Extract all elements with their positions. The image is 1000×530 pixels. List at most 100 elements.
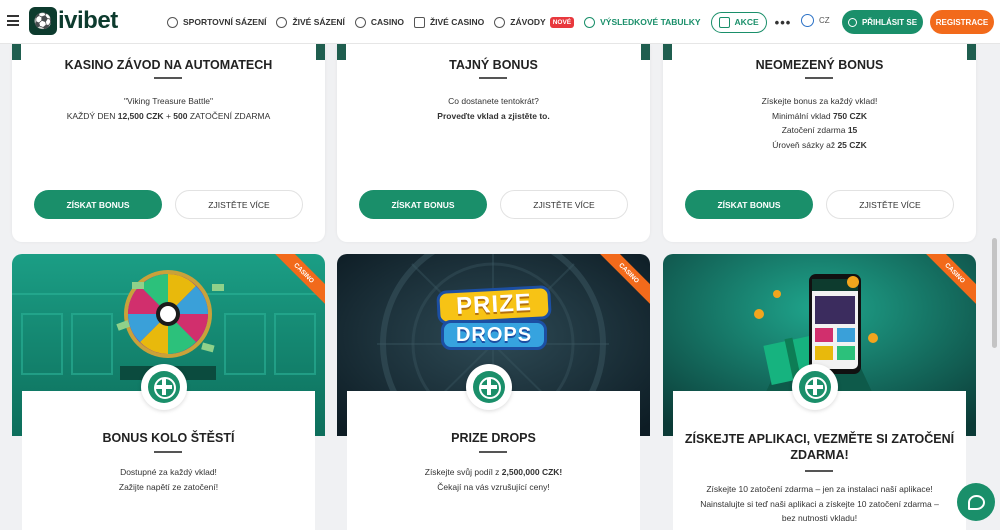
card-description: Získejte 10 zatočení zdarma – jen za ins… bbox=[673, 482, 966, 526]
card-line: Úroveň sázky až 25 CZK bbox=[663, 138, 976, 153]
promo-card-slot-race: KASINO ZÁVOD NA AUTOMATECH "Viking Treas… bbox=[12, 44, 325, 242]
promo-card-get-app[interactable]: CASINO ZÍSKEJTE APLIKACI, VEZMĚTE SI ZAT… bbox=[663, 254, 976, 530]
card-line: Zatočení zdarma 15 bbox=[663, 123, 976, 138]
logo-ball-icon: ⚽ bbox=[29, 7, 57, 35]
page-scrollbar[interactable] bbox=[992, 238, 997, 348]
trophy-icon bbox=[584, 16, 596, 28]
amount: 12,500 CZK bbox=[117, 110, 164, 121]
card-line: Získejte 10 zatočení zdarma – jen za ins… bbox=[706, 484, 933, 494]
learn-more-button[interactable]: ZJISTĚTE VÍCE bbox=[500, 190, 628, 219]
learn-more-button[interactable]: ZJISTĚTE VÍCE bbox=[175, 190, 303, 219]
text: Získejte svůj podíl z bbox=[424, 467, 502, 477]
promo-card-prize-drops[interactable]: PRIZE DROPS CASINO PRIZE DROPS Získejte … bbox=[337, 254, 650, 530]
card-panel: BONUS KOLO ŠTĚSTÍ Dostupné za každý vkla… bbox=[22, 391, 315, 530]
promo-card-bonus-wheel[interactable]: CASINO BONUS KOLO ŠTĚSTÍ Dostupné za kaž… bbox=[12, 254, 325, 530]
card-line: Dostupné za každý vklad! bbox=[120, 467, 217, 477]
nav-label: ŽIVÉ SÁZENÍ bbox=[292, 17, 345, 27]
new-badge: NOVÉ bbox=[549, 16, 575, 28]
logo[interactable]: ⚽ ivibet bbox=[29, 7, 118, 35]
prize-drops-logo: PRIZE DROPS bbox=[435, 285, 553, 352]
live-chat-button[interactable] bbox=[957, 483, 995, 521]
get-bonus-button[interactable]: ZÍSKAT BONUS bbox=[34, 190, 162, 219]
register-button[interactable]: REGISTRACE bbox=[930, 10, 994, 34]
card-line-bold: Proveďte vklad a zjistěte to. bbox=[437, 110, 550, 121]
nav-live-betting[interactable]: ŽIVÉ SÁZENÍ bbox=[276, 16, 345, 28]
nav-live-casino[interactable]: ŽIVÉ CASINO bbox=[413, 16, 485, 28]
ivibet-seal-icon bbox=[466, 364, 512, 410]
logo-word: DROPS bbox=[441, 320, 547, 350]
nav-label: ŽIVÉ CASINO bbox=[429, 17, 485, 27]
login-label: PŘIHLÁSIT SE bbox=[861, 17, 918, 27]
card-panel: PRIZE DROPS Získejte svůj podíl z 2,500,… bbox=[347, 391, 640, 530]
language-selector[interactable]: CZ bbox=[801, 14, 830, 27]
rocket-icon bbox=[494, 16, 506, 28]
card-line: Zažijte napětí ze zatočení! bbox=[118, 481, 219, 492]
card-title: ZÍSKEJTE APLIKACI, VEZMĚTE SI ZATOČENÍ Z… bbox=[684, 432, 955, 462]
title-divider bbox=[479, 451, 507, 453]
nav-label: AKCE bbox=[734, 17, 759, 27]
promo-card-unlimited-bonus: NEOMEZENÝ BONUS Získejte bonus za každý … bbox=[663, 44, 976, 242]
user-icon bbox=[847, 17, 857, 27]
login-button[interactable]: PŘIHLÁSIT SE bbox=[842, 10, 923, 34]
ivibet-seal-icon bbox=[792, 364, 838, 410]
football-icon bbox=[167, 16, 178, 28]
card-line: Nainstalujte si teď naši aplikaci a získ… bbox=[700, 498, 939, 509]
learn-more-button[interactable]: ZJISTĚTE VÍCE bbox=[826, 190, 954, 219]
live-icon bbox=[276, 16, 288, 28]
card-title: TAJNÝ BONUS bbox=[449, 58, 538, 72]
nav-sports-betting[interactable]: SPORTOVNÍ SÁZENÍ bbox=[167, 16, 267, 28]
top-header: ⚽ ivibet SPORTOVNÍ SÁZENÍ ŽIVÉ SÁZENÍ CA… bbox=[0, 0, 1000, 44]
get-bonus-button[interactable]: ZÍSKAT BONUS bbox=[359, 190, 487, 219]
ivibet-seal-icon bbox=[141, 364, 187, 410]
cards-icon bbox=[413, 16, 425, 28]
amount: 750 CZK bbox=[832, 110, 867, 121]
amount: 500 bbox=[173, 110, 188, 121]
card-title: KASINO ZÁVOD NA AUTOMATECH bbox=[64, 58, 273, 72]
card-line: Minimální vklad 750 CZK bbox=[663, 109, 976, 124]
title-divider bbox=[805, 470, 833, 472]
nav-label: SPORTOVNÍ SÁZENÍ bbox=[183, 17, 267, 27]
nav-leaderboards[interactable]: VÝSLEDKOVÉ TABULKY bbox=[584, 16, 701, 28]
card-line: KAŽDÝ DEN 12,500 CZK + 500 ZATOČENÍ ZDAR… bbox=[12, 109, 325, 124]
amount: 2,500,000 CZK! bbox=[501, 467, 563, 477]
card-line: Co dostanete tentokrát? bbox=[448, 96, 539, 106]
title-divider bbox=[479, 77, 507, 79]
amount: 15 bbox=[847, 125, 858, 135]
nav-races[interactable]: ZÁVODY NOVÉ bbox=[494, 16, 575, 28]
card-title: NEOMEZENÝ BONUS bbox=[755, 58, 884, 72]
text: + bbox=[163, 110, 174, 121]
card-description: Získejte svůj podíl z 2,500,000 CZK! Ček… bbox=[347, 465, 640, 494]
nav-promotions[interactable]: AKCE bbox=[710, 11, 767, 33]
card-title: PRIZE DROPS bbox=[451, 431, 536, 445]
globe-icon bbox=[801, 14, 814, 27]
get-bonus-button[interactable]: ZÍSKAT BONUS bbox=[685, 190, 813, 219]
nav-casino[interactable]: CASINO bbox=[354, 16, 404, 28]
menu-icon[interactable] bbox=[7, 15, 19, 26]
card-panel: ZÍSKEJTE APLIKACI, VEZMĚTE SI ZATOČENÍ Z… bbox=[673, 391, 966, 530]
card-description: Dostupné za každý vklad! Zažijte napětí … bbox=[22, 465, 315, 494]
logo-word: PRIZE bbox=[436, 285, 552, 325]
card-line: Získejte bonus za každý vklad! bbox=[761, 96, 878, 106]
card-line: Získejte svůj podíl z 2,500,000 CZK! bbox=[347, 465, 640, 480]
text: KAŽDÝ DEN bbox=[66, 110, 118, 121]
language-label: CZ bbox=[819, 16, 830, 25]
text: Úroveň sázky až bbox=[772, 139, 838, 150]
casino-chip-icon bbox=[354, 16, 366, 28]
card-title: BONUS KOLO ŠTĚSTÍ bbox=[102, 431, 235, 445]
card-description: Získejte bonus za každý vklad! Minimální… bbox=[663, 94, 976, 152]
text: Minimální vklad bbox=[772, 110, 833, 121]
amount: 25 CZK bbox=[837, 139, 867, 150]
card-description: Co dostanete tentokrát? Proveďte vklad a… bbox=[337, 94, 650, 123]
card-line: Čekají na vás vzrušující ceny! bbox=[437, 481, 550, 492]
promo-card-secret-bonus: TAJNÝ BONUS Co dostanete tentokrát? Prov… bbox=[337, 44, 650, 242]
card-description: "Viking Treasure Battle" KAŽDÝ DEN 12,50… bbox=[12, 94, 325, 123]
title-divider bbox=[154, 77, 182, 79]
card-line: bez nutnosti vkladu! bbox=[781, 513, 858, 523]
nav-label: VÝSLEDKOVÉ TABULKY bbox=[600, 17, 701, 27]
logo-text: ivibet bbox=[58, 7, 118, 34]
nav-label: ZÁVODY bbox=[510, 17, 546, 27]
gift-icon bbox=[718, 16, 730, 28]
nav-label: CASINO bbox=[370, 17, 404, 27]
more-menu-icon[interactable]: ••• bbox=[775, 15, 792, 30]
card-line: "Viking Treasure Battle" bbox=[123, 96, 214, 106]
